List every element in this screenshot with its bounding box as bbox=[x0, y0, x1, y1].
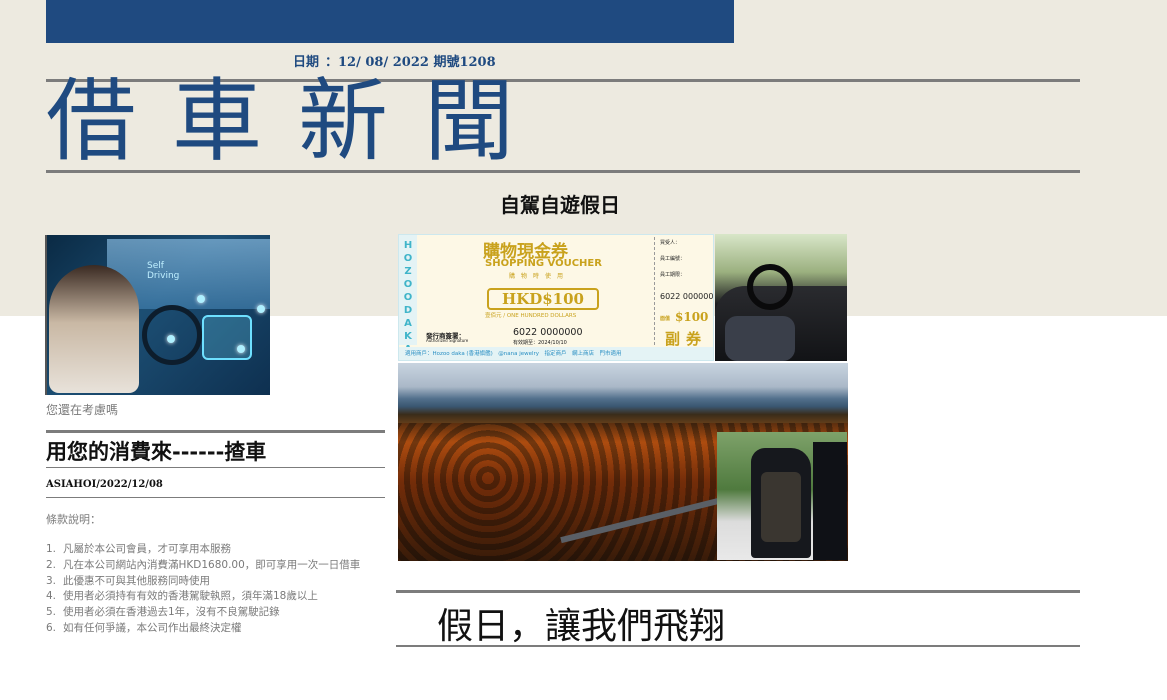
bottom-headline-bottom-rule bbox=[396, 645, 1080, 647]
voucher-stub-title: 副券 bbox=[665, 330, 708, 348]
voucher-stub-buyer: 買受人： bbox=[660, 240, 681, 246]
article-top-rule bbox=[46, 430, 385, 433]
terms-item-text: 凡在本公司網站內消費滿HKD1680.00，即可享用一次一日借車 bbox=[63, 558, 361, 571]
top-banner-bar bbox=[46, 0, 734, 43]
car-interior-photo bbox=[715, 234, 847, 361]
car-body-shape bbox=[813, 442, 847, 560]
terms-item: 6. 如有任何爭議，本公司作出最終決定權 bbox=[46, 621, 391, 637]
voucher-english-title: SHOPPING VOUCHER bbox=[485, 258, 602, 269]
terms-item: 1. 凡屬於本公司會員，才可享用本服務 bbox=[46, 542, 391, 558]
masthead-title: 借車新聞 bbox=[46, 69, 550, 174]
hud-display-shape bbox=[202, 315, 252, 360]
self-driving-car-image: Self Driving bbox=[45, 235, 270, 395]
voucher-authorized-label: Authorized Signature bbox=[426, 338, 469, 343]
voucher-side-text: HOZOO DAKA bbox=[403, 240, 413, 355]
thumb-hud-text-line: Driving bbox=[147, 271, 180, 281]
date-value: ：12/ 08/ 2022 期號1208 bbox=[325, 55, 496, 70]
voucher-stub-amount: $100 bbox=[675, 310, 709, 324]
thumb-hud-text: Self Driving bbox=[147, 261, 179, 281]
seat-shape bbox=[725, 316, 795, 361]
terms-item-number: 4. bbox=[46, 590, 57, 603]
voucher-merchant-band: 適用商戶：Hozoo daka (香港旗艦) @nana jewelry 指定商… bbox=[399, 347, 713, 360]
terms-item-text: 使用者必須持有有效的香港駕駛執照，須年滿18歲以上 bbox=[63, 590, 318, 603]
image-caption: 您還在考慮嗎 bbox=[46, 403, 119, 417]
hud-dot bbox=[237, 345, 245, 353]
terms-item: 3. 此優惠不可與其他服務同時使用 bbox=[46, 574, 391, 590]
masthead-bottom-rule bbox=[46, 170, 1080, 173]
hud-dot bbox=[197, 295, 205, 303]
terms-item-number: 5. bbox=[46, 606, 57, 619]
date-label: 日期 bbox=[293, 55, 320, 70]
terms-item-number: 3. bbox=[46, 574, 57, 587]
open-car-door-photo bbox=[717, 432, 847, 560]
terms-item-number: 6. bbox=[46, 621, 57, 634]
passenger-shape bbox=[49, 265, 139, 393]
terms-item: 4. 使用者必須持有有效的香港駕駛執照，須年滿18歲以上 bbox=[46, 589, 391, 605]
voucher-perforation bbox=[654, 237, 655, 345]
terms-item-number: 2. bbox=[46, 558, 57, 571]
terms-item-text: 此優惠不可與其他服務同時使用 bbox=[63, 574, 210, 587]
voucher-stub-staff-date: 員工期限： bbox=[660, 272, 686, 278]
steering-wheel-shape bbox=[747, 264, 793, 310]
shopping-voucher-image: HOZOO DAKA 購物現金券 SHOPPING VOUCHER 購物時使用 … bbox=[398, 234, 714, 361]
voucher-amount-words: 壹佰元 / ONE HUNDRED DOLLARS bbox=[485, 313, 577, 319]
voucher-small-note: 購物時使用 bbox=[509, 273, 570, 280]
terms-item: 5. 使用者必須在香港過去1年，沒有不良駕駛記錄 bbox=[46, 605, 391, 621]
section-title: 自駕自遊假日 bbox=[500, 193, 620, 217]
bottom-headline-top-rule bbox=[396, 590, 1080, 593]
voucher-serial-number: 6022 0000000 bbox=[513, 327, 583, 338]
terms-item: 2. 凡在本公司網站內消費滿HKD1680.00，即可享用一次一日借車 bbox=[46, 558, 391, 574]
article-byline-rule bbox=[46, 497, 385, 498]
article-byline: ASIAHOI/2022/12/08 bbox=[46, 479, 163, 490]
terms-item-text: 如有任何爭議，本公司作出最終決定權 bbox=[63, 621, 242, 634]
door-interior-shape bbox=[761, 472, 801, 542]
hud-dot bbox=[257, 305, 265, 313]
hud-dot bbox=[167, 335, 175, 343]
issue-date-line: 日期 ：12/ 08/ 2022 期號1208 bbox=[293, 51, 502, 70]
bottom-headline: 假日，讓我們飛翔 bbox=[437, 606, 726, 647]
voucher-stub-staff-no: 員工編號： bbox=[660, 256, 686, 262]
terms-item-number: 1. bbox=[46, 543, 57, 555]
voucher-stub-serial: 6022 0000000 bbox=[660, 292, 714, 301]
article-title-rule bbox=[46, 467, 385, 468]
terms-list: 1. 凡屬於本公司會員，才可享用本服務 2. 凡在本公司網站內消費滿HKD1680.… bbox=[46, 542, 391, 637]
terms-item-text: 凡屬於本公司會員，才可享用本服務 bbox=[63, 543, 231, 555]
article-headline: 用您的消費來------揸車 bbox=[46, 440, 267, 464]
voucher-amount: HKD$100 bbox=[487, 288, 599, 310]
voucher-stub-amount-label: 面值 bbox=[660, 316, 671, 322]
voucher-valid-date: 有效期至：2024/10/10 bbox=[513, 340, 567, 346]
thumb-hud-text-line: Self bbox=[147, 261, 164, 271]
terms-title: 條款說明： bbox=[46, 513, 101, 526]
terms-item-text: 使用者必須在香港過去1年，沒有不良駕駛記錄 bbox=[63, 606, 280, 619]
